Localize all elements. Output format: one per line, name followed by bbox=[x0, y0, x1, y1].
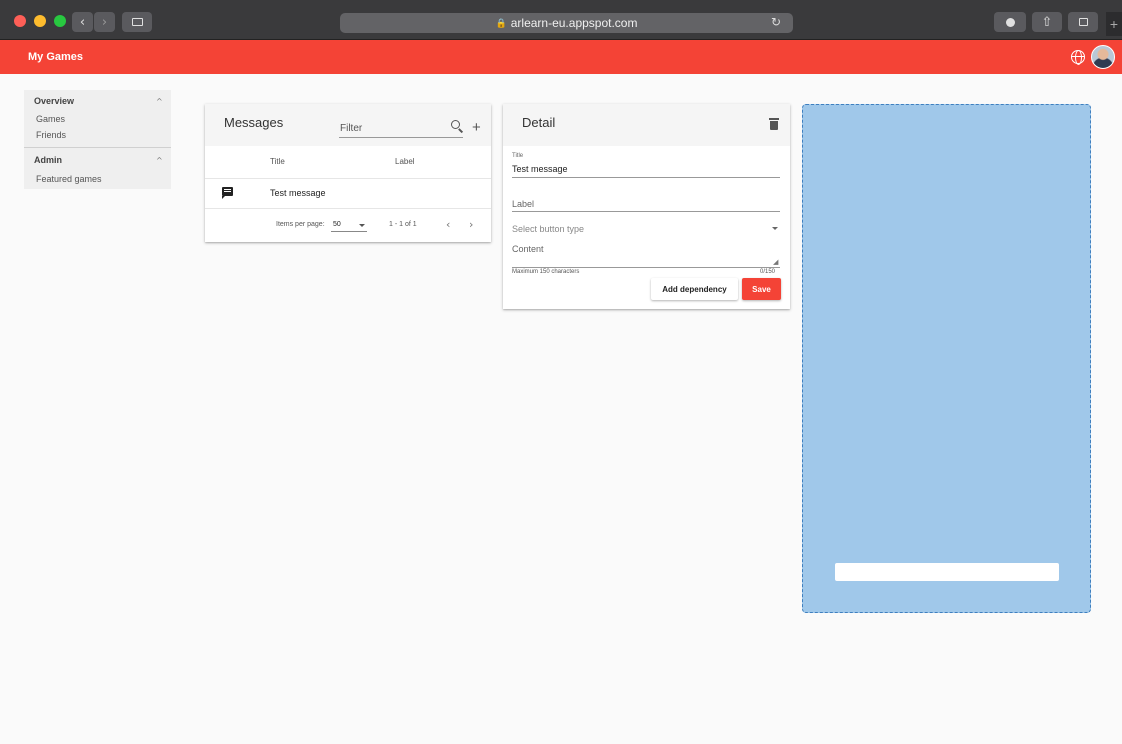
content-underline bbox=[512, 267, 780, 268]
chevron-left-icon: ‹ bbox=[79, 14, 86, 30]
detail-title: Detail bbox=[522, 115, 556, 130]
download-icon bbox=[1005, 17, 1015, 27]
preview-button-placeholder[interactable] bbox=[835, 563, 1059, 581]
divider bbox=[205, 208, 491, 209]
messages-title: Messages bbox=[224, 115, 284, 130]
messages-card: Messages Filter + Title Label Test messa… bbox=[205, 104, 491, 242]
sidebar-icon bbox=[131, 18, 143, 26]
share-icon: ⇧ bbox=[1041, 14, 1053, 30]
detail-card: Detail Title Test message Label Select b… bbox=[503, 104, 790, 309]
label-field-underline bbox=[512, 211, 780, 212]
column-header-title[interactable]: Title bbox=[270, 157, 285, 166]
forward-button[interactable]: › bbox=[94, 12, 115, 32]
sidebar-item-games[interactable]: Games bbox=[36, 114, 65, 124]
share-button[interactable]: ⇧ bbox=[1032, 12, 1062, 32]
title-field[interactable]: Test message bbox=[512, 164, 568, 174]
address-bar[interactable]: 🔒 arlearn-eu.appspot.com ↻ bbox=[340, 13, 793, 33]
message-preview-panel bbox=[802, 104, 1091, 613]
sidebar-section-admin[interactable]: Admin bbox=[34, 155, 62, 165]
tabs-button[interactable] bbox=[1068, 12, 1098, 32]
close-window-button[interactable] bbox=[14, 15, 26, 27]
new-tab-button[interactable]: + bbox=[1106, 12, 1122, 36]
trash-icon[interactable] bbox=[769, 118, 779, 130]
chevron-right-icon: › bbox=[101, 14, 108, 30]
zoom-window-button[interactable] bbox=[54, 15, 66, 27]
chevron-up-icon[interactable]: ^ bbox=[156, 156, 163, 165]
plus-icon[interactable]: + bbox=[472, 120, 481, 135]
tabs-icon bbox=[1078, 18, 1088, 26]
search-icon[interactable] bbox=[451, 120, 460, 129]
chat-icon bbox=[222, 187, 233, 199]
filter-input[interactable]: Filter bbox=[340, 123, 362, 134]
avatar[interactable] bbox=[1091, 45, 1115, 69]
sidebar-item-featured-games[interactable]: Featured games bbox=[36, 174, 102, 184]
divider bbox=[205, 178, 491, 179]
add-dependency-button[interactable]: Add dependency bbox=[651, 278, 738, 300]
select-underline bbox=[331, 231, 367, 232]
content-hint: Maximum 150 characters bbox=[512, 269, 580, 275]
items-per-page-select[interactable]: 50 bbox=[333, 221, 341, 228]
back-button[interactable]: ‹ bbox=[72, 12, 93, 32]
next-page-button[interactable]: › bbox=[469, 218, 473, 231]
label-field[interactable]: Label bbox=[512, 199, 534, 209]
browser-chrome: ‹ › 🔒 arlearn-eu.appspot.com ↻ ⇧ + bbox=[0, 0, 1122, 40]
title-field-underline bbox=[512, 177, 780, 178]
button-type-select[interactable]: Select button type bbox=[512, 224, 584, 234]
save-button[interactable]: Save bbox=[742, 278, 781, 300]
filter-underline bbox=[339, 137, 463, 138]
download-button[interactable] bbox=[994, 12, 1026, 32]
minimize-window-button[interactable] bbox=[34, 15, 46, 27]
sidebar-toggle-button[interactable] bbox=[122, 12, 152, 32]
chevron-up-icon[interactable]: ^ bbox=[156, 97, 163, 106]
content-textarea[interactable]: Content bbox=[512, 244, 544, 254]
page-range: 1 - 1 of 1 bbox=[389, 221, 417, 228]
sidebar: Overview ^ Games Friends Admin ^ Feature… bbox=[24, 90, 171, 189]
url-text: arlearn-eu.appspot.com bbox=[510, 16, 638, 30]
previous-page-button[interactable]: ‹ bbox=[446, 218, 450, 231]
reload-icon[interactable]: ↻ bbox=[771, 15, 781, 29]
sidebar-item-friends[interactable]: Friends bbox=[36, 130, 66, 140]
globe-icon[interactable] bbox=[1071, 50, 1085, 65]
character-counter: 0/150 bbox=[760, 269, 776, 275]
items-per-page-label: Items per page: bbox=[276, 221, 325, 228]
messages-header: Messages Filter + bbox=[205, 104, 491, 146]
detail-header: Detail bbox=[503, 104, 790, 146]
row-title: Test message bbox=[270, 188, 326, 198]
column-header-label[interactable]: Label bbox=[395, 157, 415, 166]
resize-handle-icon[interactable]: ◢ bbox=[773, 258, 778, 266]
lock-icon: 🔒 bbox=[495, 17, 507, 28]
sidebar-section-overview[interactable]: Overview bbox=[34, 96, 74, 106]
sidebar-divider bbox=[24, 147, 171, 148]
title-field-label: Title bbox=[512, 153, 524, 159]
app-title[interactable]: My Games bbox=[28, 51, 83, 63]
app-toolbar: My Games bbox=[0, 40, 1122, 74]
caret-down-icon[interactable] bbox=[772, 227, 778, 230]
caret-down-icon[interactable] bbox=[359, 224, 365, 227]
